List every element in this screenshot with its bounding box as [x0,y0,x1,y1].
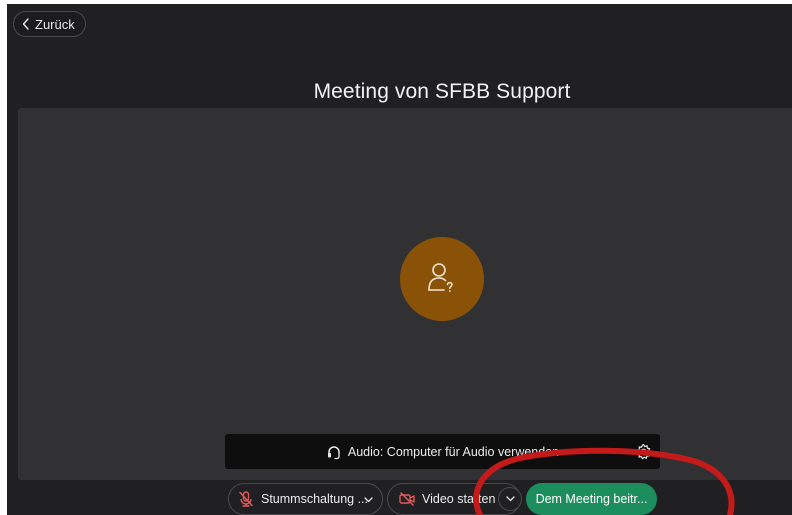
headset-icon [327,445,340,459]
camera-off-icon [399,492,415,506]
back-button[interactable]: Zurück [13,11,86,37]
back-button-label: Zurück [35,16,75,32]
audio-selector[interactable]: Audio: Computer für Audio verwenden [225,434,660,469]
audio-label: Audio: Computer für Audio verwenden [347,444,560,459]
mute-button-label: Stummschaltung ... [261,492,368,506]
join-meeting-button[interactable]: Dem Meeting beitr... [526,483,657,515]
chevron-left-icon [22,18,29,30]
unknown-user-icon [428,263,453,292]
start-video-label: Video starten [422,492,496,506]
video-options-toggle[interactable] [498,487,522,511]
mute-options-toggle[interactable] [359,491,377,509]
meeting-title: Meeting von SFBB Support [313,80,571,103]
mute-button[interactable]: Stummschaltung ... [228,483,383,515]
avatar [400,237,484,321]
chevron-down-icon [363,497,373,503]
meeting-join-window: Zurück Meeting von SFBB Support Audio: C… [7,4,792,515]
microphone-muted-icon [239,491,253,507]
start-video-button[interactable]: Video starten [387,483,522,515]
gear-icon[interactable] [635,443,652,460]
join-meeting-label: Dem Meeting beitr... [535,492,648,506]
chevron-down-icon [505,496,515,502]
meeting-controls: Stummschaltung ... Video starten Dem Mee… [7,483,792,515]
